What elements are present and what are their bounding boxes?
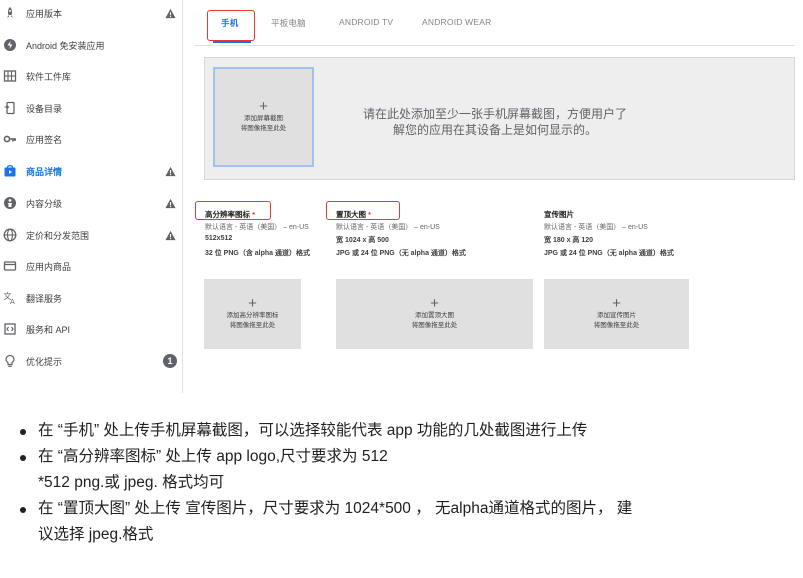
- sidebar-item-artifact-library[interactable]: 软件工件库: [0, 61, 183, 91]
- warning-icon: [165, 198, 176, 208]
- sidebar-item-label: 设备目录: [26, 103, 63, 114]
- promo-graphic-size: 宽 180 x 高 120: [544, 237, 594, 244]
- rocket-icon: [3, 6, 17, 20]
- sidebar-item-in-app-products[interactable]: 应用内商品: [0, 251, 183, 281]
- note-item: 在 “高分辨率图标” 处上传 app logo,尺寸要求为 512 *512 p…: [18, 444, 798, 496]
- add-screenshot-label: 添加屏幕截图: [244, 115, 283, 122]
- drag-image-hint: 将图像拖至此处: [593, 322, 640, 329]
- sidebar-item-label: 定价和分发范围: [26, 230, 90, 241]
- hi-res-icon-dropzone[interactable]: + 添加高分辨率图标 将图像拖至此处: [204, 279, 301, 349]
- warning-icon: [165, 230, 176, 240]
- plus-icon: +: [259, 98, 268, 115]
- svg-text:A: A: [10, 298, 15, 305]
- tab-android-tv[interactable]: ANDROID TV: [339, 17, 393, 27]
- hi-res-icon-size: 512x512: [205, 235, 233, 242]
- highlight-box-phone-tab: [207, 10, 255, 41]
- highlight-box-hi-res-icon: [195, 201, 271, 220]
- screenshot-hint: 请在此处添加至少一张手机屏幕截图，方便用户了 解您的应用在其设备上是如何显示的。: [330, 106, 660, 138]
- note-item: 在 “置顶大图” 处上传 宣传图片，尺寸要求为 1024*500 ， 无alph…: [18, 496, 798, 548]
- active-tab-indicator: [213, 41, 251, 43]
- sidebar-item-label: 优化提示: [26, 356, 63, 367]
- content-rating-icon: [3, 196, 17, 210]
- sidebar-item-label: 商品详情: [26, 166, 63, 177]
- drag-image-hint: 将图像拖至此处: [411, 322, 458, 329]
- instruction-notes: 在 “手机” 处上传手机屏幕截图，可以选择较能代表 app 功能的几处截图进行上…: [18, 418, 798, 548]
- key-icon: [3, 132, 17, 146]
- sidebar-item-label: 应用内商品: [26, 261, 72, 272]
- store-listing-icon: [3, 164, 17, 178]
- translate-icon: 文A: [3, 291, 17, 305]
- hi-res-icon-format: 32 位 PNG（含 alpha 通道）格式: [205, 250, 311, 257]
- drag-image-hint: 将图像拖至此处: [229, 322, 276, 329]
- warning-icon: [165, 8, 176, 18]
- in-app-products-icon: [3, 259, 17, 273]
- promo-graphic-dropzone[interactable]: + 添加宣传图片 将图像拖至此处: [544, 279, 689, 349]
- promo-graphic-language: 默认语言 - 英语（美国） – en-US: [544, 224, 648, 231]
- plus-icon: +: [430, 295, 439, 312]
- feature-graphic-size: 宽 1024 x 高 500: [336, 237, 389, 244]
- sidebar-item-label: Android 免安装应用: [26, 40, 105, 51]
- sidebar-item-label: 服务和 API: [26, 324, 71, 335]
- tab-android-wear[interactable]: ANDROID WEAR: [422, 17, 491, 27]
- sidebar-item-content-rating[interactable]: 内容分级: [0, 188, 183, 218]
- sidebar-item-label: 内容分级: [26, 198, 63, 209]
- sidebar-item-label: 应用版本: [26, 8, 63, 19]
- screenshot-hint-line: 请在此处添加至少一张手机屏幕截图，方便用户了: [362, 107, 627, 121]
- device-catalog-icon: [3, 101, 17, 115]
- sidebar-item-optimization-tips[interactable]: 优化提示 1: [0, 346, 183, 376]
- api-icon: [3, 322, 17, 336]
- add-screenshot-dropzone[interactable]: + 添加屏幕截图 将图像拖至此处: [213, 67, 314, 167]
- add-hi-res-icon-label: 添加高分辨率图标: [226, 312, 279, 319]
- sidebar-item-translation[interactable]: 文A 翻译服务: [0, 283, 183, 313]
- promo-graphic-format: JPG 或 24 位 PNG（无 alpha 通道）格式: [544, 250, 674, 257]
- sidebar-item-instant-apps[interactable]: Android 免安装应用: [0, 30, 183, 60]
- note-line: *512 png.或 jpeg. 格式均可: [38, 474, 225, 491]
- feature-graphic-format: JPG 或 24 位 PNG（无 alpha 通道）格式: [336, 250, 466, 257]
- sidebar-item-app-signing[interactable]: 应用签名: [0, 124, 183, 154]
- screenshot-hint-line: 解您的应用在其设备上是如何显示的。: [392, 123, 597, 137]
- sidebar: 应用版本 Android 免安装应用 软件工件库 设备目录 应用签名 商品详情: [0, 0, 183, 393]
- sidebar-item-services-api[interactable]: 服务和 API: [0, 314, 183, 344]
- highlight-box-feature-graphic: [326, 201, 400, 220]
- sidebar-item-pricing-distribution[interactable]: 定价和分发范围: [0, 220, 183, 250]
- sidebar-item-label: 应用签名: [26, 134, 63, 145]
- plus-icon: +: [612, 295, 621, 312]
- lightbulb-icon: [3, 354, 17, 368]
- sidebar-item-app-releases[interactable]: 应用版本: [0, 0, 183, 28]
- tips-count-badge: 1: [163, 354, 177, 368]
- note-line: 议选择 jpeg.格式: [38, 526, 154, 543]
- feature-graphic-language: 默认语言 - 英语（美国） – en-US: [336, 224, 440, 231]
- feature-graphic-dropzone[interactable]: + 添加置顶大图 将图像拖至此处: [336, 279, 533, 349]
- sidebar-item-device-catalog[interactable]: 设备目录: [0, 93, 183, 123]
- hi-res-icon-language: 默认语言 - 英语（美国） – en-US: [205, 224, 309, 231]
- promo-graphic-title: 宣传图片: [544, 210, 574, 219]
- tab-tablet[interactable]: 平板电脑: [271, 17, 306, 29]
- sidebar-item-label: 翻译服务: [26, 293, 63, 304]
- sidebar-item-label: 软件工件库: [26, 71, 72, 82]
- drag-image-hint: 将图像拖至此处: [240, 125, 287, 132]
- add-promo-graphic-label: 添加宣传图片: [597, 312, 636, 319]
- note-item: 在 “手机” 处上传手机屏幕截图，可以选择较能代表 app 功能的几处截图进行上…: [18, 418, 798, 444]
- warning-icon: [165, 166, 176, 176]
- library-icon: [3, 69, 17, 83]
- note-line: 在 “高分辨率图标” 处上传 app logo,尺寸要求为 512: [38, 448, 388, 465]
- instant-app-icon: [3, 38, 17, 52]
- globe-icon: [3, 228, 17, 242]
- add-feature-graphic-label: 添加置顶大图: [415, 312, 454, 319]
- plus-icon: +: [248, 295, 257, 312]
- sidebar-item-store-listing[interactable]: 商品详情: [0, 156, 183, 186]
- note-line: 在 “置顶大图” 处上传 宣传图片，尺寸要求为 1024*500 ， 无alph…: [38, 500, 633, 517]
- note-line: 在 “手机” 处上传手机屏幕截图，可以选择较能代表 app 功能的几处截图进行上…: [38, 422, 588, 439]
